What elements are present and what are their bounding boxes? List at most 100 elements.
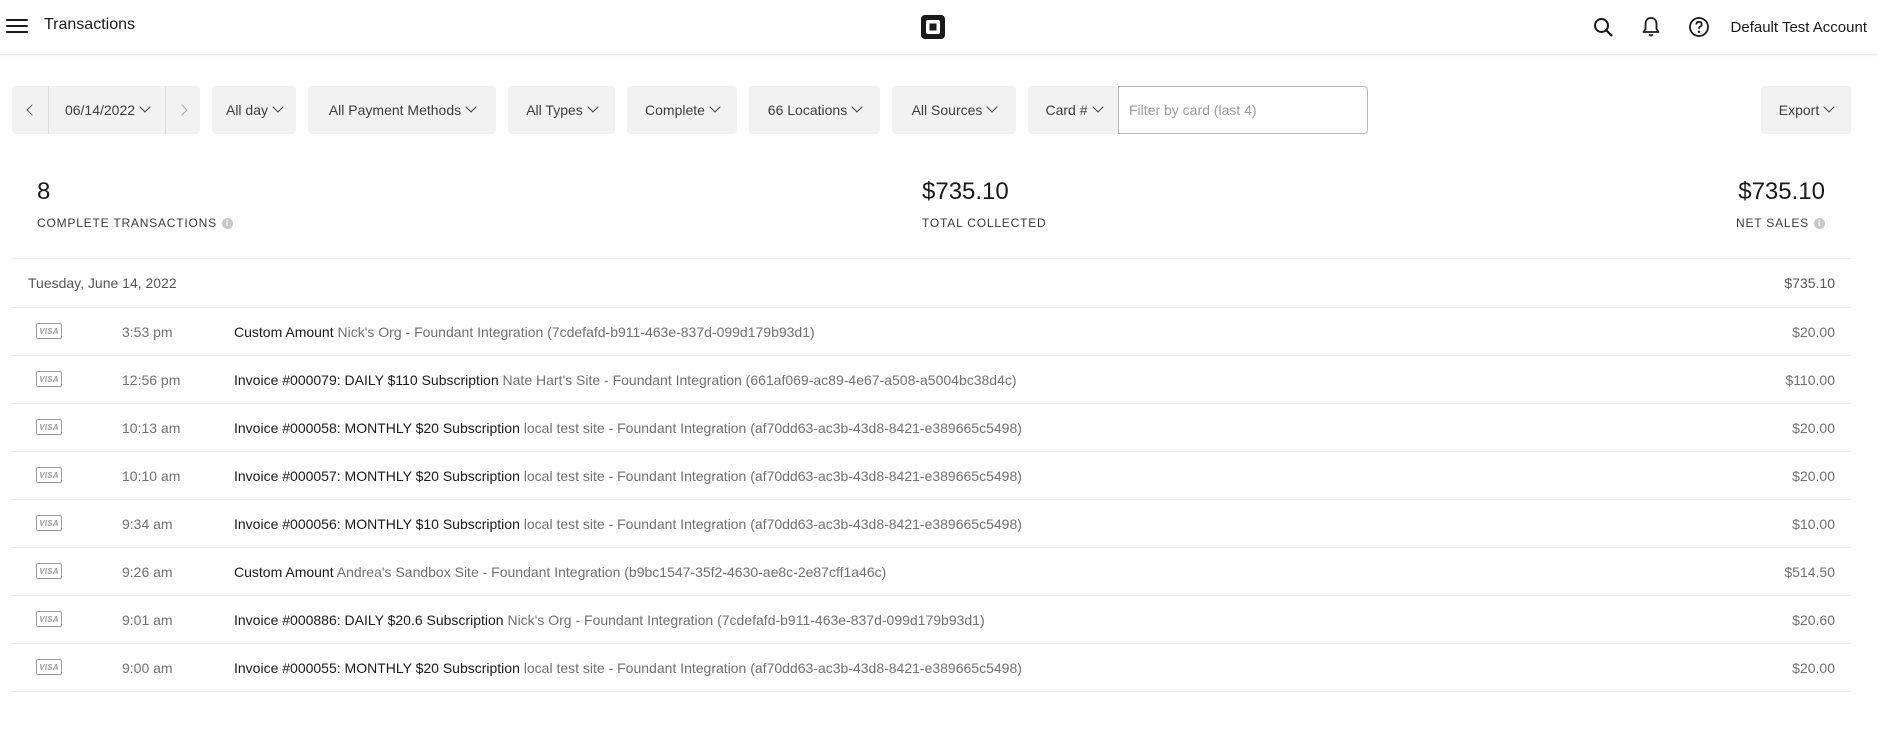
top-bar: Transactions Default Test Account — [0, 0, 1877, 55]
card-filter-input[interactable] — [1118, 86, 1368, 134]
transaction-description: Custom Amount Nick's Org - Foundant Inte… — [234, 324, 815, 340]
transaction-row[interactable]: VISA 9:00 am Invoice #000055: MONTHLY $20 … — [12, 643, 1851, 692]
transaction-title: Custom Amount — [234, 563, 334, 580]
transaction-rows: VISA 3:53 pm Custom Amount Nick's Org - Fo… — [12, 307, 1851, 692]
transaction-title: Invoice #000056: MONTHLY $10 Subscriptio… — [234, 515, 520, 532]
transaction-amount: $20.00 — [1792, 419, 1835, 436]
time-filter-label: All day — [225, 102, 269, 118]
date-picker-group: 06/14/2022 — [12, 86, 200, 134]
visa-card-icon: VISA — [36, 467, 62, 483]
locations-label: 66 Locations — [767, 102, 848, 118]
day-group-total: $735.10 — [1784, 275, 1835, 291]
chevron-down-icon — [139, 101, 151, 113]
filter-bar: 06/14/2022 All day All Payment Methods A… — [12, 86, 1852, 134]
hamburger-menu-icon[interactable] — [6, 15, 28, 37]
notification-bell-icon[interactable] — [1639, 15, 1663, 39]
transaction-time: 12:56 pm — [122, 371, 181, 388]
transaction-row[interactable]: VISA 10:10 am Invoice #000057: MONTHLY $20… — [12, 451, 1851, 499]
transaction-amount: $10.00 — [1792, 515, 1835, 532]
export-dropdown[interactable]: Export — [1761, 86, 1851, 134]
transaction-detail: Andrea's Sandbox Site - Foundant Integra… — [336, 563, 887, 580]
complete-transactions-value: 8 — [37, 178, 51, 205]
transaction-detail: local test site - Foundant Integration (… — [523, 419, 1022, 436]
transaction-row[interactable]: VISA 9:26 am Custom Amount Andrea's Sandbo… — [12, 547, 1851, 595]
chevron-right-icon — [175, 104, 188, 116]
sources-dropdown[interactable]: All Sources — [892, 86, 1016, 134]
chevron-down-icon — [709, 101, 721, 113]
transaction-amount: $110.00 — [1785, 371, 1835, 388]
transaction-description: Invoice #000057: MONTHLY $20 Subscriptio… — [234, 468, 1022, 484]
total-collected-value: $735.10 — [922, 178, 1009, 205]
transaction-description: Custom Amount Andrea's Sandbox Site - Fo… — [234, 564, 886, 580]
account-menu[interactable]: Default Test Account — [1731, 19, 1867, 36]
transaction-title: Invoice #000057: MONTHLY $20 Subscriptio… — [234, 467, 520, 484]
info-icon[interactable]: i — [221, 217, 233, 229]
transaction-row[interactable]: VISA 9:01 am Invoice #000886: DAILY $20.6 … — [12, 595, 1851, 643]
card-number-dropdown[interactable]: Card # — [1028, 86, 1119, 134]
chevron-down-icon — [587, 101, 599, 113]
transaction-time: 10:10 am — [122, 467, 181, 484]
next-date-button[interactable] — [166, 86, 200, 134]
transaction-row[interactable]: VISA 12:56 pm Invoice #000079: DAILY $110 … — [12, 355, 1851, 403]
transaction-description: Invoice #000886: DAILY $20.6 Subscriptio… — [234, 612, 985, 628]
chevron-down-icon — [272, 101, 284, 113]
info-icon[interactable]: i — [1814, 217, 1825, 229]
net-sales-stat: $735.10 NET SALES i — [1736, 178, 1825, 230]
export-label: Export — [1778, 102, 1820, 118]
net-sales-label: NET SALES — [1735, 216, 1809, 230]
date-label: 06/14/2022 — [64, 102, 136, 118]
help-icon[interactable] — [1687, 15, 1711, 39]
locations-dropdown[interactable]: 66 Locations — [749, 86, 880, 134]
transaction-row[interactable]: VISA 9:34 am Invoice #000056: MONTHLY $10 … — [12, 499, 1851, 547]
visa-card-icon: VISA — [36, 419, 62, 435]
transaction-detail: local test site - Foundant Integration (… — [523, 659, 1022, 676]
transaction-amount: $20.00 — [1792, 323, 1835, 340]
transaction-detail: Nate Hart's Site - Foundant Integration … — [502, 371, 1017, 388]
chevron-down-icon — [851, 101, 863, 113]
net-sales-value: $735.10 — [1738, 178, 1825, 205]
transaction-description: Invoice #000055: MONTHLY $20 Subscriptio… — [234, 660, 1022, 676]
transaction-time: 10:13 am — [122, 419, 181, 436]
visa-card-icon: VISA — [36, 659, 62, 675]
complete-transactions-label: COMPLETE TRANSACTIONS — [37, 216, 217, 230]
transaction-description: Invoice #000079: DAILY $110 Subscription… — [234, 372, 1017, 388]
square-logo-icon[interactable] — [920, 14, 946, 40]
transaction-detail: Nick's Org - Foundant Integration (7cdef… — [337, 323, 815, 340]
visa-card-icon: VISA — [36, 563, 62, 579]
visa-card-icon: VISA — [36, 323, 62, 339]
previous-date-button[interactable] — [12, 86, 48, 134]
total-collected-label: TOTAL COLLECTED — [922, 216, 1047, 230]
payment-methods-dropdown[interactable]: All Payment Methods — [308, 86, 496, 134]
transaction-title: Custom Amount — [234, 323, 334, 340]
transaction-amount: $20.60 — [1792, 611, 1835, 628]
types-dropdown[interactable]: All Types — [508, 86, 615, 134]
payment-methods-label: All Payment Methods — [328, 102, 462, 118]
visa-card-icon: VISA — [36, 611, 62, 627]
transaction-detail: Nick's Org - Foundant Integration (7cdef… — [507, 611, 985, 628]
transaction-detail: local test site - Foundant Integration (… — [523, 467, 1022, 484]
visa-card-icon: VISA — [36, 515, 62, 531]
transaction-time: 9:34 am — [122, 515, 173, 532]
transaction-description: Invoice #000056: MONTHLY $10 Subscriptio… — [234, 516, 1022, 532]
transactions-list: Tuesday, June 14, 2022 $735.10 VISA 3:53 … — [12, 258, 1851, 692]
date-dropdown[interactable]: 06/14/2022 — [49, 86, 165, 134]
transaction-time: 9:00 am — [122, 659, 173, 676]
transaction-title: Invoice #000055: MONTHLY $20 Subscriptio… — [234, 659, 520, 676]
top-right-controls: Default Test Account — [1567, 0, 1867, 54]
time-filter-dropdown[interactable]: All day — [212, 86, 296, 134]
card-number-label: Card # — [1045, 102, 1088, 118]
page-title: Transactions — [44, 16, 135, 33]
status-dropdown[interactable]: Complete — [627, 86, 737, 134]
transaction-amount: $20.00 — [1792, 467, 1835, 484]
complete-transactions-stat: 8 COMPLETE TRANSACTIONS i — [37, 178, 233, 230]
status-label: Complete — [645, 102, 705, 118]
visa-card-icon: VISA — [36, 371, 62, 387]
chevron-down-icon — [1091, 101, 1104, 113]
transaction-detail: local test site - Foundant Integration (… — [523, 515, 1022, 532]
chevron-left-icon — [25, 104, 38, 116]
transaction-row[interactable]: VISA 10:13 am Invoice #000058: MONTHLY $20… — [12, 403, 1851, 451]
transaction-time: 9:26 am — [122, 563, 173, 580]
search-icon[interactable] — [1591, 15, 1615, 39]
transaction-row[interactable]: VISA 3:53 pm Custom Amount Nick's Org - Fo… — [12, 307, 1851, 355]
transaction-title: Invoice #000079: DAILY $110 Subscription — [234, 371, 499, 388]
